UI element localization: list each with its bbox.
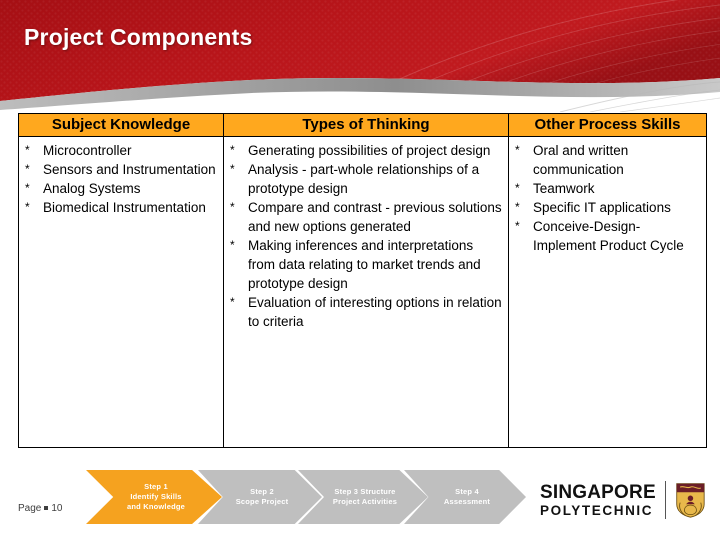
list-item-label: Conceive-Design-Implement Product Cycle [533, 219, 684, 253]
table-body: * Microcontroller * Sensors and Instrume… [18, 136, 707, 448]
process-step-2-line1: Step 2 [250, 487, 274, 496]
process-step-3-line2: Project Activities [332, 497, 398, 506]
asterisk-bullet-icon: * [515, 181, 520, 195]
list-item-label: Oral and written communication [533, 143, 629, 177]
logo-line-polytechnic: POLYTECHNIC [540, 502, 654, 518]
page-number-footer: Page 10 [18, 503, 62, 514]
list-item: * Specific IT applications [511, 198, 704, 217]
square-bullet-icon [44, 505, 49, 510]
process-step-1-line1: Step 1 [144, 482, 168, 491]
list-item-label: Sensors and Instrumentation [43, 162, 216, 177]
column-header-other-process-skills: Other Process Skills [508, 113, 707, 137]
process-step-4-line1: Step 4 [455, 487, 479, 496]
process-step-1-line2: Identify Skills [130, 492, 182, 501]
list-item-label: Compare and contrast - previous solution… [248, 200, 502, 234]
list-item: * Making inferences and interpretations … [226, 236, 506, 293]
list-item: * Oral and written communication [511, 141, 704, 179]
process-step-3-line1: Step 3 Structure [334, 487, 396, 496]
asterisk-bullet-icon: * [230, 295, 235, 309]
page-number-value: 10 [51, 503, 63, 514]
process-step-2-line2: Scope Project [235, 497, 289, 506]
table-header-row: Subject Knowledge Types of Thinking Othe… [18, 113, 707, 137]
asterisk-bullet-icon: * [25, 162, 30, 176]
list-item: * Sensors and Instrumentation [21, 160, 221, 179]
list-item-label: Specific IT applications [533, 200, 671, 215]
list-item: * Biomedical Instrumentation [21, 198, 221, 217]
singapore-polytechnic-logo: SINGAPORE POLYTECHNIC [540, 476, 706, 524]
logo-wordmark: SINGAPORE POLYTECHNIC [540, 483, 656, 518]
logo-line-singapore: SINGAPORE [540, 481, 656, 503]
list-item-label: Biomedical Instrumentation [43, 200, 206, 215]
page-label: Page [18, 503, 42, 514]
list-item-label: Microcontroller [43, 143, 132, 158]
column-header-types-of-thinking: Types of Thinking [223, 113, 509, 137]
asterisk-bullet-icon: * [515, 219, 520, 233]
list-item: * Compare and contrast - previous soluti… [226, 198, 506, 236]
asterisk-bullet-icon: * [515, 143, 520, 157]
banner-graphic [0, 0, 720, 112]
list-item: * Generating possibilities of project de… [226, 141, 506, 160]
list-item: * Microcontroller [21, 141, 221, 160]
list-item-label: Generating possibilities of project desi… [248, 143, 491, 158]
asterisk-bullet-icon: * [25, 143, 30, 157]
list-item-label: Evaluation of interesting options in rel… [248, 295, 502, 329]
slide-banner: Project Components [0, 0, 720, 112]
project-components-table: Subject Knowledge Types of Thinking Othe… [18, 113, 707, 448]
process-step-1-line3: and Knowledge [126, 502, 186, 511]
column-header-subject-knowledge: Subject Knowledge [18, 113, 224, 137]
list-item-label: Teamwork [533, 181, 595, 196]
list-item-label: Making inferences and interpretations fr… [248, 238, 481, 291]
process-step-4-line2: Assessment [443, 497, 491, 506]
bullet-list-subject-knowledge: * Microcontroller * Sensors and Instrume… [19, 137, 223, 447]
list-item: * Teamwork [511, 179, 704, 198]
cell-other-process-skills: * Oral and written communication * Teamw… [508, 136, 707, 448]
asterisk-bullet-icon: * [25, 200, 30, 214]
list-item: * Conceive-Design-Implement Product Cycl… [511, 217, 704, 255]
process-step-strip: Step 1 Identify Skills and Knowledge Ste… [86, 470, 526, 524]
bullet-list-types-of-thinking: * Generating possibilities of project de… [224, 137, 508, 447]
process-step-1[interactable]: Step 1 Identify Skills and Knowledge [86, 470, 222, 524]
asterisk-bullet-icon: * [230, 162, 235, 176]
list-item-label: Analog Systems [43, 181, 141, 196]
sp-crest-icon [676, 483, 705, 518]
bullet-list-other-process-skills: * Oral and written communication * Teamw… [509, 137, 706, 447]
list-item: * Analysis - part-whole relationships of… [226, 160, 506, 198]
asterisk-bullet-icon: * [515, 200, 520, 214]
table-row: * Microcontroller * Sensors and Instrume… [18, 136, 707, 448]
logo-divider [664, 481, 667, 519]
list-item: * Analog Systems [21, 179, 221, 198]
cell-subject-knowledge: * Microcontroller * Sensors and Instrume… [18, 136, 224, 448]
cell-types-of-thinking: * Generating possibilities of project de… [223, 136, 509, 448]
asterisk-bullet-icon: * [230, 200, 235, 214]
list-item-label: Analysis - part-whole relationships of a… [248, 162, 480, 196]
asterisk-bullet-icon: * [230, 143, 235, 157]
list-item: * Evaluation of interesting options in r… [226, 293, 506, 331]
page-title: Project Components [24, 24, 253, 50]
asterisk-bullet-icon: * [230, 238, 235, 252]
asterisk-bullet-icon: * [25, 181, 30, 195]
